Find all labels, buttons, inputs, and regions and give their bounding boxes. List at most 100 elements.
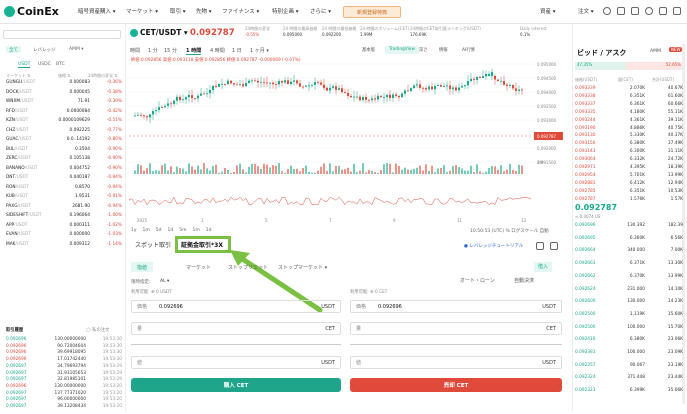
- orderbook-row[interactable]: 0.092624 231.000 14.10K: [575, 287, 683, 297]
- range-option[interactable]: 1m: [193, 228, 200, 233]
- price-chart[interactable]: 0.095000 0.094500 0.094000 0.093500 0.093000…: [129, 56, 563, 226]
- market-row[interactable]: BANANO/USDT 0.004752 -0.90%: [6, 166, 122, 175]
- market-row[interactable]: APP/USDT 0.000311 -1.02%: [6, 223, 122, 232]
- timeframe-option[interactable]: 4 時間: [210, 47, 225, 54]
- orders-menu[interactable]: 注文 ▾: [578, 7, 594, 15]
- chart-view-tab[interactable]: TradingView: [385, 46, 419, 54]
- theme-icon[interactable]: [659, 7, 667, 15]
- quote-usdc[interactable]: USDC: [38, 62, 51, 67]
- market-row[interactable]: MAK/USDT 0.009312 -1.14%: [6, 242, 122, 251]
- buy-qty-input[interactable]: 量 CET: [131, 322, 341, 335]
- nav-special[interactable]: 特別企画 ▾: [272, 7, 299, 15]
- market-row[interactable]: WNXM/USDT 71.91 -0.39%: [6, 99, 122, 108]
- orderbook-row[interactable]: 0.092500 1.119K 15.60K: [575, 312, 683, 322]
- range-option[interactable]: 1m: [143, 228, 150, 233]
- chart-view-tab[interactable]: 深さ: [415, 46, 432, 54]
- market-row[interactable]: RFD/USDT 0.0000084 -0.42%: [6, 109, 122, 118]
- timeframe-option[interactable]: 1 時間: [186, 47, 202, 55]
- nav-buy-crypto[interactable]: 暗号資産購入 ▾: [78, 7, 116, 15]
- nav-more[interactable]: さらに ▾: [310, 7, 331, 15]
- market-row[interactable]: GUNGU/USDT 0.000083 -0.36%: [6, 80, 122, 89]
- sell-price-input[interactable]: 価格 0.092696 USDT: [350, 300, 562, 313]
- timeframe-option[interactable]: 1 日: [232, 47, 242, 54]
- filter-leverage[interactable]: レバレッジ: [30, 46, 59, 53]
- quote-btc[interactable]: BTC: [56, 62, 65, 67]
- col-change[interactable]: 24時間の変化 ⇅: [88, 73, 118, 79]
- range-option[interactable]: 1y: [131, 228, 137, 233]
- my-orders-toggle[interactable]: ◯ 私の注文: [86, 327, 109, 333]
- orderbook-row[interactable]: 0.092787 1.576K 1.57K: [575, 197, 683, 207]
- market-row[interactable]: GUAC/USDT 0.0..14192 -0.80%: [6, 137, 122, 146]
- nav-trade[interactable]: 取引 ▾: [170, 7, 186, 15]
- orderbook-row[interactable]: 0.092416 6.380K 23.06K: [575, 337, 683, 347]
- time-in-force-select[interactable]: AL ▾: [160, 279, 169, 284]
- range-option[interactable]: 5d: [156, 228, 162, 233]
- order-limit[interactable]: 指値: [131, 262, 154, 272]
- coinex-logo[interactable]: CoinEx: [4, 5, 59, 18]
- filter-all[interactable]: 全て: [6, 46, 21, 53]
- market-row[interactable]: BUL/USDT 0.3504 -0.90%: [6, 147, 122, 156]
- col-price[interactable]: 価格 ⇅: [58, 73, 71, 79]
- timeframe-option[interactable]: 1 分: [148, 47, 158, 54]
- notification-icon[interactable]: [631, 7, 639, 15]
- auto-loan-toggle[interactable]: オート・ローン: [460, 277, 495, 284]
- market-row[interactable]: SIDESHIFT/USDT 0.196064 -1.00%: [6, 213, 122, 222]
- market-row[interactable]: KZN/USDT 0.0000109629 -0.51%: [6, 118, 122, 127]
- amm-tab[interactable]: AMM: [650, 49, 661, 54]
- order-market[interactable]: マーケット: [180, 262, 217, 272]
- market-row[interactable]: PAXG/USDT 2681.90 -0.94%: [6, 204, 122, 213]
- orderbook-row[interactable]: 0.092664 340.000 7.00K: [575, 248, 683, 258]
- chart-view-tab[interactable]: 基本版: [358, 46, 379, 54]
- signup-promo-button[interactable]: 新規登録特典: [343, 6, 401, 18]
- range-option[interactable]: 5m: [179, 228, 186, 233]
- market-row[interactable]: EVAN/USDT 0.000000 -1.03%: [6, 232, 122, 241]
- timeframe-option[interactable]: 1 ヶ月 ▾: [250, 47, 269, 54]
- orderbook-row[interactable]: 0.092600 130.000 14.23K: [575, 299, 683, 309]
- calculator-icon[interactable]: [536, 242, 544, 250]
- timeframe-option[interactable]: 時間: [130, 47, 140, 54]
- auto-repay-toggle[interactable]: 自動決済: [514, 277, 534, 284]
- orderbook-row[interactable]: 0.092381 100.000 23.09K: [575, 350, 683, 360]
- market-row[interactable]: ZERC/USDT 0.105138 -0.90%: [6, 156, 122, 165]
- market-row[interactable]: KUB/USDT 1.9531 -0.91%: [6, 194, 122, 203]
- sell-total-input[interactable]: 値 USDT: [350, 356, 562, 369]
- leverage-tutorial-link[interactable]: ● レバレッジチュートリアル: [464, 243, 523, 249]
- orderbook-row[interactable]: 0.092662 6.370K 13.99K: [575, 274, 683, 284]
- orderbook-row[interactable]: 0.092500 100.000 15.70K: [575, 325, 683, 335]
- pair-selector[interactable]: CET/USDT ▾: [130, 28, 188, 37]
- market-search-input[interactable]: [3, 30, 121, 39]
- orderbook-row[interactable]: 0.092663 6.371K 13.30K: [575, 261, 683, 271]
- user-avatar-icon[interactable]: [603, 7, 611, 15]
- range-option[interactable]: 1d: [168, 228, 174, 233]
- filter-amm[interactable]: AMM ▾: [66, 46, 87, 53]
- download-icon[interactable]: [617, 7, 625, 15]
- borrow-button[interactable]: 借入: [534, 262, 553, 272]
- market-row[interactable]: RON/USDT 0.8570 -0.94%: [6, 185, 122, 194]
- nav-markets[interactable]: マーケット ▾: [126, 7, 158, 15]
- orderbook-row[interactable]: 0.092357 90.067 23.19K: [575, 363, 683, 373]
- language-icon[interactable]: [645, 7, 653, 15]
- assets-menu[interactable]: 資産 ▾: [540, 7, 556, 15]
- order-stop-market[interactable]: ストップマーケット ▾: [272, 262, 333, 272]
- buy-price-input[interactable]: 価格 0.092696 USDT: [131, 300, 341, 313]
- orderbook-row[interactable]: 0.092324 371.448 23.44K: [575, 375, 683, 385]
- order-stop-limit[interactable]: ストップリミット: [222, 262, 274, 272]
- chart-view-tab[interactable]: AI行情: [458, 46, 479, 54]
- buy-button[interactable]: 購入 CET: [131, 378, 341, 392]
- market-row[interactable]: CHZ/USDT 0.092225 -0.77%: [6, 128, 122, 137]
- quote-usdt[interactable]: USDT: [18, 62, 31, 68]
- sell-amount-slider[interactable]: [350, 344, 562, 345]
- tab-spot[interactable]: スポット取引: [135, 240, 171, 249]
- sell-qty-input[interactable]: 量 CET: [350, 322, 562, 335]
- orderbook-row[interactable]: 0.092323 6.399K 35.06K: [575, 388, 683, 398]
- settings-icon[interactable]: [673, 7, 681, 15]
- orderbook-row[interactable]: 0.092696 130.392 182.39: [575, 223, 683, 233]
- col-market[interactable]: マーケット ⇅: [6, 73, 31, 79]
- buy-amount-slider[interactable]: [131, 344, 341, 345]
- nav-futures[interactable]: 先物 ▾: [196, 7, 212, 15]
- market-row[interactable]: DNT/USDT 0.040187 -0.94%: [6, 175, 122, 184]
- range-option[interactable]: 1d: [206, 228, 212, 233]
- orderbook-row[interactable]: 0.092695 6.360K 6.56K: [575, 236, 683, 246]
- market-row[interactable]: DOCK/USDT 0.000045 -0.38%: [6, 90, 122, 99]
- buy-total-input[interactable]: 値 USDT: [131, 356, 341, 369]
